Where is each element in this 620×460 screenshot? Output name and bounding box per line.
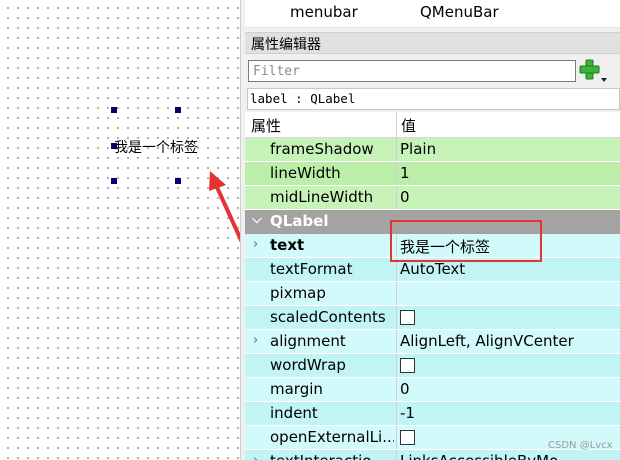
property-name: wordWrap: [270, 356, 346, 374]
resize-handle-top-right[interactable]: [175, 107, 181, 113]
watermark: CSDN @Lvcx: [548, 440, 613, 451]
property-value[interactable]: Plain: [400, 140, 436, 158]
table-header: 属性 值: [245, 112, 620, 138]
chevron-right-icon[interactable]: ›: [253, 333, 258, 348]
property-name: openExternalLi...: [270, 428, 394, 446]
property-row-textInteractionFlags[interactable]: › textInteractio... LinksAccessibleByMo.…: [245, 450, 620, 460]
form-canvas[interactable]: 我是一个标签: [0, 0, 248, 460]
open-external-links-checkbox[interactable]: [400, 430, 415, 445]
property-name: scaledContents: [270, 308, 386, 326]
scaled-contents-checkbox[interactable]: [400, 310, 415, 325]
selected-label-widget[interactable]: 我是一个标签: [114, 137, 198, 157]
property-row-pixmap[interactable]: pixmap: [245, 282, 620, 306]
add-dynamic-property-button[interactable]: [579, 57, 609, 85]
column-header-value[interactable]: 值: [401, 115, 416, 136]
property-name: textFormat: [270, 260, 353, 278]
annotation-highlight-box: [390, 220, 542, 262]
property-value[interactable]: AlignLeft, AlignVCenter: [400, 332, 574, 350]
property-name: text: [270, 236, 305, 254]
property-name: frameShadow: [270, 140, 374, 158]
property-row-wordWrap[interactable]: wordWrap: [245, 354, 620, 378]
property-value[interactable]: 1: [400, 164, 410, 182]
filter-input[interactable]: [248, 60, 576, 82]
chevron-down-icon[interactable]: ⌵: [252, 212, 262, 227]
resize-handle-bottom-right[interactable]: [175, 178, 181, 184]
property-name: indent: [270, 404, 318, 422]
property-row-indent[interactable]: indent -1: [245, 402, 620, 426]
resize-handle-bottom-left[interactable]: [111, 178, 117, 184]
property-name: alignment: [270, 332, 346, 350]
current-object-caption: label : QLabel: [247, 88, 620, 110]
object-class: QMenuBar: [420, 3, 499, 21]
property-row-lineWidth[interactable]: lineWidth 1: [245, 162, 620, 186]
property-name: pixmap: [270, 284, 326, 302]
property-name: midLineWidth: [270, 188, 374, 206]
property-value[interactable]: 0: [400, 188, 410, 206]
property-row-midLineWidth[interactable]: midLineWidth 0: [245, 186, 620, 210]
resize-handle-top-left[interactable]: [111, 107, 117, 113]
property-editor-title: 属性编辑器: [245, 32, 620, 54]
property-row-margin[interactable]: margin 0: [245, 378, 620, 402]
property-value[interactable]: 0: [400, 380, 410, 398]
object-inspector-row[interactable]: menubar QMenuBar: [245, 0, 620, 28]
property-value[interactable]: -1: [400, 404, 415, 422]
column-header-property[interactable]: 属性: [251, 115, 281, 136]
plus-icon: [579, 59, 607, 82]
property-name: textInteractio...: [270, 452, 394, 460]
property-name: margin: [270, 380, 323, 398]
property-row-frameShadow[interactable]: frameShadow Plain: [245, 138, 620, 162]
property-row-alignment[interactable]: › alignment AlignLeft, AlignVCenter: [245, 330, 620, 354]
property-value[interactable]: LinksAccessibleByMo...: [400, 452, 572, 460]
word-wrap-checkbox[interactable]: [400, 358, 415, 373]
property-value[interactable]: AutoText: [400, 260, 465, 278]
chevron-right-icon[interactable]: ›: [253, 237, 258, 252]
chevron-right-icon[interactable]: ›: [253, 453, 258, 460]
object-name: menubar: [290, 3, 358, 21]
property-table: 属性 值 frameShadow Plain lineWidth 1 midLi…: [245, 112, 620, 460]
property-name: lineWidth: [270, 164, 341, 182]
property-row-scaledContents[interactable]: scaledContents: [245, 306, 620, 330]
